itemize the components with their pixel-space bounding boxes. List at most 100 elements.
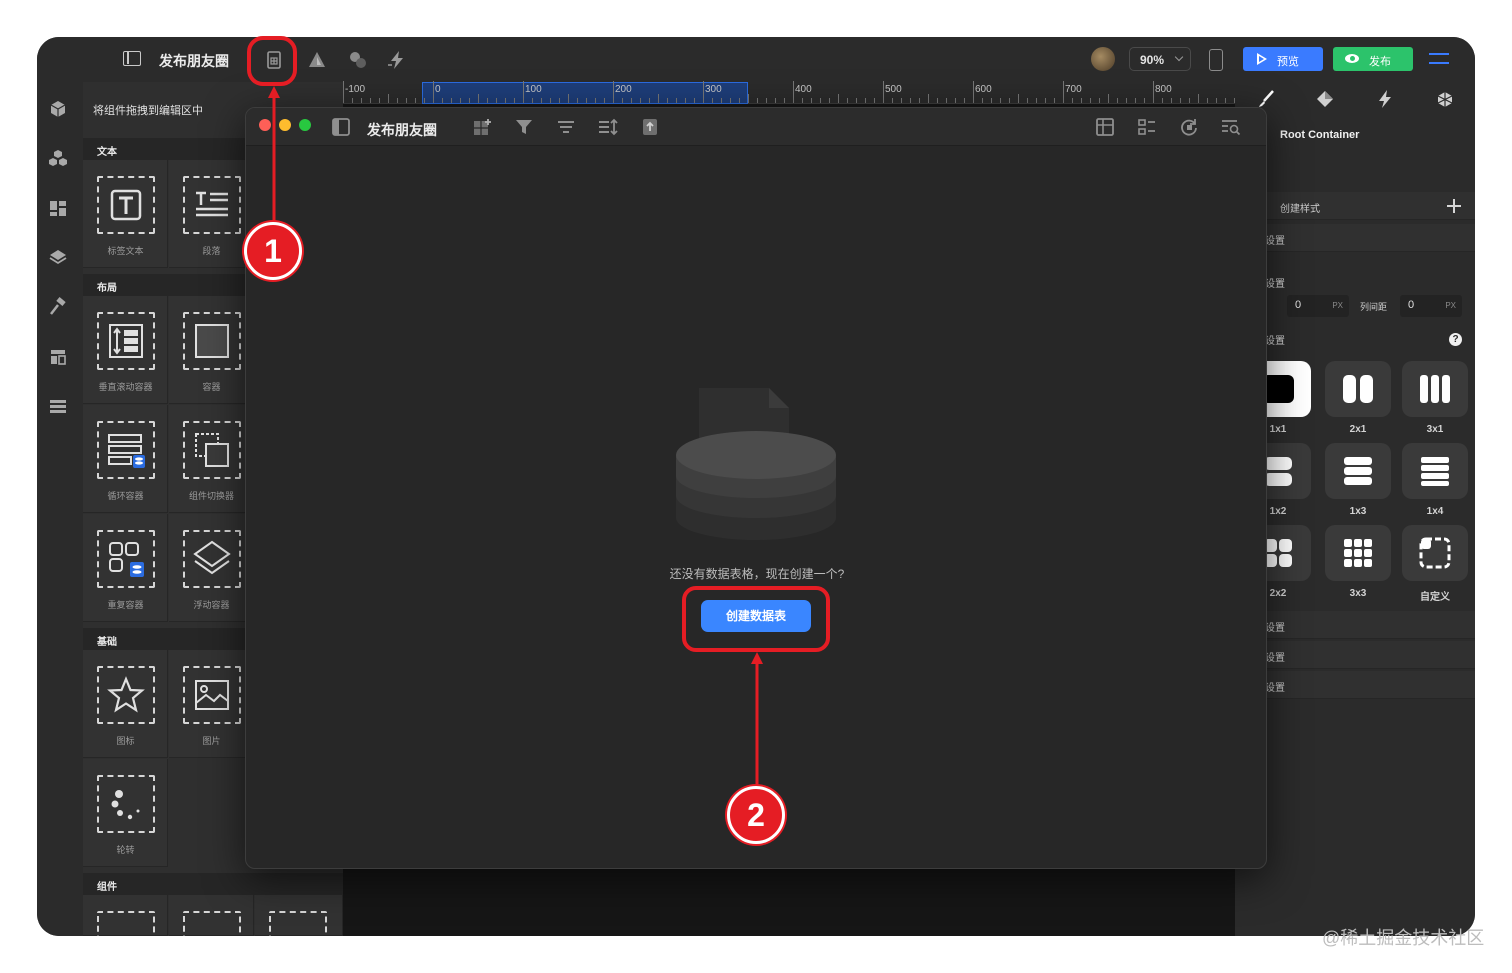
ruler-major-tick: [433, 81, 434, 103]
triangle-icon[interactable]: [306, 49, 328, 71]
dashboard-icon[interactable]: [48, 198, 68, 218]
ruler-minor-tick: [847, 98, 848, 103]
layout-1x3[interactable]: [1325, 443, 1391, 499]
ruler-minor-tick: [397, 98, 398, 103]
filter-icon[interactable]: [513, 116, 535, 138]
layout-1x4[interactable]: [1402, 443, 1468, 499]
ruler-minor-tick: [1207, 98, 1208, 103]
floating-container-icon: [183, 530, 241, 588]
row-gap-input[interactable]: 0 PX: [1287, 295, 1349, 317]
bolt-action-icon[interactable]: [386, 49, 408, 71]
ruler-major-tick: [973, 81, 974, 103]
unit-label: PX: [1445, 301, 1456, 310]
ruler-minor-tick: [766, 98, 767, 103]
cube-icon[interactable]: [48, 99, 68, 119]
chevron-down-icon: [1174, 52, 1184, 62]
form-view-icon[interactable]: [1136, 116, 1158, 138]
image-icon: [183, 666, 241, 724]
ruler-minor-tick: [712, 98, 713, 103]
ruler-minor-tick: [442, 98, 443, 103]
ruler-major-tick: [613, 81, 614, 103]
sidebar-toggle-icon[interactable]: [123, 51, 141, 66]
ruler-minor-tick: [586, 98, 587, 103]
layout-2x1[interactable]: [1325, 361, 1391, 417]
tile-icon[interactable]: 图标: [83, 650, 168, 758]
publish-button[interactable]: 发布: [1333, 47, 1413, 71]
ruler-minor-tick: [739, 98, 740, 103]
shapes-icon[interactable]: [347, 49, 369, 71]
tile-paragraph[interactable]: 段落: [169, 160, 254, 268]
tile-label: 图片: [202, 736, 221, 746]
panel-toggle-icon[interactable]: [330, 116, 352, 138]
ruler-label: 400: [795, 84, 812, 95]
ruler-minor-tick: [388, 94, 389, 103]
ruler-minor-tick: [370, 98, 371, 103]
list-icon[interactable]: [48, 396, 68, 416]
bug-icon[interactable]: [1434, 88, 1456, 110]
preview-button[interactable]: 预览: [1243, 47, 1323, 71]
hammer-icon[interactable]: [48, 297, 68, 317]
sort-icon[interactable]: [555, 116, 577, 138]
ruler-minor-tick: [856, 98, 857, 103]
ruler-minor-tick: [667, 98, 668, 103]
layout-3x3[interactable]: [1325, 525, 1391, 581]
column-gap-input[interactable]: 0 PX: [1400, 295, 1462, 317]
row-height-icon[interactable]: [597, 116, 619, 138]
layout-label-2x1: 2x1: [1349, 424, 1367, 435]
ruler-label: 0: [435, 84, 441, 95]
diamond-icon[interactable]: [1314, 88, 1336, 110]
search-list-icon[interactable]: [1220, 116, 1242, 138]
timer-icon: [183, 911, 241, 936]
create-style-row[interactable]: 创建样式: [1235, 192, 1475, 220]
templates-icon[interactable]: [48, 347, 68, 367]
zoom-select[interactable]: 90%: [1129, 47, 1191, 71]
tile-container[interactable]: 容器: [169, 296, 254, 404]
ruler-minor-tick: [1135, 98, 1136, 103]
layout-custom[interactable]: [1402, 525, 1468, 581]
ruler-minor-tick: [1027, 98, 1028, 103]
ruler-label: 100: [525, 84, 542, 95]
tile-image[interactable]: 图片: [169, 650, 254, 758]
export-icon[interactable]: [639, 116, 661, 138]
refresh-icon[interactable]: [1178, 116, 1200, 138]
plus-icon[interactable]: [1447, 199, 1461, 213]
settings-sliders-icon[interactable]: [1429, 50, 1449, 68]
settings-row-b[interactable]: 设置: [1235, 641, 1475, 669]
container-icon: [183, 312, 241, 370]
tile-component-c[interactable]: [255, 895, 343, 936]
tile-label-text[interactable]: 标签文本: [83, 160, 168, 268]
ruler-major-tick: [793, 81, 794, 103]
ruler-minor-tick: [658, 94, 659, 103]
tile-repeat-container[interactable]: 重复容器: [83, 514, 168, 622]
settings-row-c[interactable]: 设置: [1235, 671, 1475, 699]
ruler-major-tick: [883, 81, 884, 103]
ruler-minor-tick: [1099, 98, 1100, 103]
settings-row-1[interactable]: 设置: [1235, 224, 1475, 252]
layers-icon[interactable]: [48, 247, 68, 267]
help-icon[interactable]: ?: [1449, 333, 1462, 346]
settings-row-a[interactable]: 设置: [1235, 611, 1475, 639]
tile-component-switcher[interactable]: 组件切换器: [169, 405, 254, 513]
grid-view-icon[interactable]: [1094, 116, 1116, 138]
ruler-minor-tick: [1072, 98, 1073, 103]
ruler-minor-tick: [577, 98, 578, 103]
dialog-title: 发布朋友圈: [367, 122, 437, 138]
maximize-window-button[interactable]: [299, 119, 311, 131]
tile-floating-container[interactable]: 浮动容器: [169, 514, 254, 622]
tile-vertical-scroll[interactable]: 垂直滚动容器: [83, 296, 168, 404]
add-column-icon[interactable]: [471, 116, 493, 138]
layout-3x1[interactable]: [1402, 361, 1468, 417]
tile-loop-container[interactable]: 循环容器: [83, 405, 168, 513]
lightning-icon[interactable]: [1374, 88, 1396, 110]
components-icon[interactable]: [48, 148, 68, 168]
tile-component-b[interactable]: [169, 895, 254, 936]
tile-component-a[interactable]: [83, 895, 168, 936]
ruler-major-tick: [343, 81, 344, 103]
mobile-device-icon[interactable]: [1209, 49, 1223, 71]
settings-row-label: 设置: [1265, 236, 1285, 247]
ruler-minor-tick: [1036, 98, 1037, 103]
tile-carousel[interactable]: 轮转: [83, 759, 168, 867]
ruler-minor-tick: [1171, 98, 1172, 103]
user-avatar[interactable]: [1091, 47, 1115, 71]
ruler-minor-tick: [532, 98, 533, 103]
